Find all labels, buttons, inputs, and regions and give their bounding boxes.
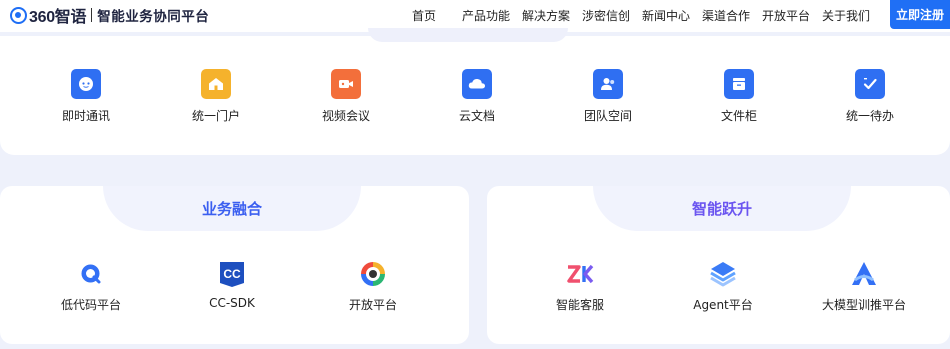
product-label: 开放平台 [348,298,397,312]
product-agent-platform[interactable]: Agent平台 [668,260,778,313]
chat-bubble-icon [71,69,101,99]
panel-title: 智能跃升 [593,186,851,231]
product-label: 智能客服 [555,298,604,312]
product-model-training[interactable]: 大模型训推平台 [809,260,919,313]
cc-sdk-icon: CC [218,260,246,288]
low-code-icon [77,260,105,288]
nav-item-solutions[interactable]: 解决方案 [522,7,570,24]
nav-item-features[interactable]: 产品功能 [462,7,510,24]
brand-logo[interactable]: 360智语 智能业务协同平台 [10,5,210,26]
brand-tagline: 智能业务协同平台 [97,9,210,25]
tool-chat[interactable]: 即时通讯 [46,69,126,124]
brand-name: 360智语 [29,9,87,26]
tool-label: 统一门户 [191,109,240,123]
product-label: Agent平台 [693,298,753,312]
open-platform-icon [359,260,387,288]
zk-logo-icon [566,260,594,288]
tool-unified-todo[interactable]: 统一待办 [830,69,910,124]
checklist-icon [855,69,885,99]
nav-item-channel[interactable]: 渠道合作 [702,7,750,24]
cabinet-icon [724,69,754,99]
tool-label: 即时通讯 [61,109,110,123]
nav-item-home[interactable]: 首页 [412,7,436,24]
product-label: 大模型训推平台 [821,298,906,312]
product-cc-sdk[interactable]: CC CC-SDK [177,260,287,310]
register-button[interactable]: 立即注册 [890,0,950,29]
tool-label: 云文档 [458,109,495,123]
tool-label: 视频会议 [321,109,370,123]
tool-video-meeting[interactable]: 视频会议 [306,69,386,124]
nav-item-open-platform[interactable]: 开放平台 [762,7,810,24]
tool-team-space[interactable]: 团队空间 [568,69,648,124]
svg-text:CC: CC [223,267,241,281]
tool-portal[interactable]: 统一门户 [176,69,256,124]
nav-item-about[interactable]: 关于我们 [822,7,870,24]
tool-file-cabinet[interactable]: 文件柜 [699,69,779,124]
section-tab-decoration [368,28,568,42]
tool-label: 文件柜 [720,109,757,123]
cloud-icon [462,69,492,99]
product-label: 低代码平台 [60,298,121,312]
agent-cube-icon [709,260,737,288]
team-icon [593,69,623,99]
product-low-code[interactable]: 低代码平台 [36,260,146,313]
product-label: CC-SDK [209,296,255,310]
tool-cloud-docs[interactable]: 云文档 [437,69,517,124]
tool-label: 统一待办 [845,109,894,123]
nav-item-news[interactable]: 新闻中心 [642,7,690,24]
model-training-icon [850,260,878,288]
brand-divider [91,8,93,22]
brand-logo-icon [10,6,27,24]
nav-item-xinchuang[interactable]: 涉密信创 [582,7,630,24]
product-open-platform[interactable]: 开放平台 [318,260,428,313]
tool-label: 团队空间 [583,109,632,123]
video-camera-icon [331,69,361,99]
home-icon [201,69,231,99]
product-smart-customer-service[interactable]: 智能客服 [525,260,635,313]
panel-title: 业务融合 [103,186,361,231]
